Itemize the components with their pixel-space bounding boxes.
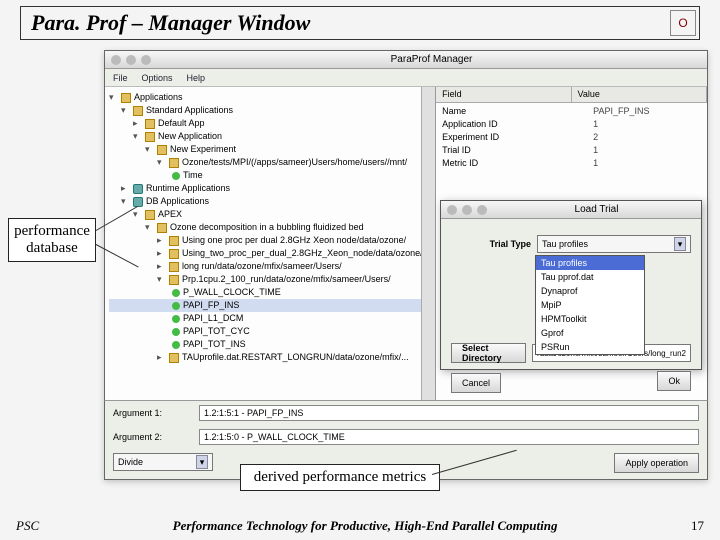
dialog-titlebar[interactable]: Load Trial bbox=[441, 201, 701, 219]
dropdown-option[interactable]: Dynaprof bbox=[536, 284, 644, 298]
dropdown-option[interactable]: HPMToolkit bbox=[536, 312, 644, 326]
folder-icon bbox=[145, 119, 155, 129]
tree-node-applications[interactable]: ▾Applications bbox=[109, 91, 431, 104]
minimize-icon[interactable] bbox=[462, 205, 472, 215]
zoom-icon[interactable] bbox=[477, 205, 487, 215]
metric-icon bbox=[172, 302, 180, 310]
slide-title: Para. Prof – Manager Window bbox=[20, 6, 700, 40]
dropdown-option[interactable]: Gprof bbox=[536, 326, 644, 340]
argument-2-label: Argument 2: bbox=[113, 432, 193, 442]
chevron-down-icon: ▾ bbox=[196, 455, 208, 469]
kv-row[interactable]: Application ID1 bbox=[436, 118, 707, 131]
metric-icon bbox=[172, 289, 180, 297]
tree-node[interactable]: ▸TAUprofile.dat.RESTART_LONGRUN/data/ozo… bbox=[109, 351, 431, 364]
folder-icon bbox=[169, 249, 179, 259]
apply-operation-button[interactable]: Apply operation bbox=[614, 453, 699, 473]
tree-leaf[interactable]: PAPI_FP_INS bbox=[109, 299, 431, 312]
close-icon[interactable] bbox=[111, 55, 121, 65]
minimize-icon[interactable] bbox=[126, 55, 136, 65]
annotation-performance-database: performance database bbox=[8, 218, 96, 262]
tree-node[interactable]: ▸Using one proc per dual 2.8GHz Xeon nod… bbox=[109, 234, 431, 247]
dropdown-option[interactable]: PSRun bbox=[536, 340, 644, 354]
trial-type-dropdown: Tau profiles Tau pprof.dat Dynaprof MpiP… bbox=[535, 255, 645, 355]
folder-icon bbox=[157, 145, 167, 155]
footer-page-number: 17 bbox=[691, 518, 704, 534]
kv-row[interactable]: Metric ID1 bbox=[436, 157, 707, 170]
chevron-down-icon: ▾ bbox=[674, 237, 686, 251]
argument-2-input[interactable]: 1.2:1:5:0 - P_WALL_CLOCK_TIME bbox=[199, 429, 699, 445]
tree-node[interactable]: ▸Runtime Applications bbox=[109, 182, 431, 195]
tree-leaf[interactable]: PAPI_TOT_INS bbox=[109, 338, 431, 351]
menu-help[interactable]: Help bbox=[187, 73, 206, 83]
zoom-icon[interactable] bbox=[141, 55, 151, 65]
menu-options[interactable]: Options bbox=[142, 73, 173, 83]
tree-node[interactable]: ▾Prp.1cpu.2_100_run/data/ozone/mfix/same… bbox=[109, 273, 431, 286]
metric-icon bbox=[172, 315, 180, 323]
metric-icon bbox=[172, 172, 180, 180]
tree-node[interactable]: ▾APEX bbox=[109, 208, 431, 221]
menubar: File Options Help bbox=[105, 69, 707, 87]
tree-node[interactable]: ▸Default App bbox=[109, 117, 431, 130]
footer-center: Performance Technology for Productive, H… bbox=[173, 518, 558, 534]
argument-1-input[interactable]: 1.2:1:5:1 - PAPI_FP_INS bbox=[199, 405, 699, 421]
tree-leaf[interactable]: Time bbox=[109, 169, 431, 182]
trial-type-combo[interactable]: Tau profiles ▾ bbox=[537, 235, 691, 253]
operation-combo[interactable]: Divide ▾ bbox=[113, 453, 213, 471]
db-icon bbox=[133, 184, 143, 194]
tree-node[interactable]: ▾Ozone/tests/MPI/(/apps/sameer)Users/hom… bbox=[109, 156, 431, 169]
col-field[interactable]: Field bbox=[436, 87, 571, 102]
kv-row[interactable]: Trial ID1 bbox=[436, 144, 707, 157]
folder-icon bbox=[145, 132, 155, 142]
folder-icon bbox=[169, 353, 179, 363]
argument-1-label: Argument 1: bbox=[113, 408, 193, 418]
cancel-button[interactable]: Cancel bbox=[451, 373, 501, 393]
annotation-derived-metrics: derived performance metrics bbox=[240, 464, 440, 491]
slide-title-text: Para. Prof – Manager Window bbox=[31, 10, 310, 36]
dropdown-option[interactable]: Tau pprof.dat bbox=[536, 270, 644, 284]
tree-leaf[interactable]: P_WALL_CLOCK_TIME bbox=[109, 286, 431, 299]
window-title-text: ParaProf Manager bbox=[391, 54, 473, 65]
close-icon[interactable] bbox=[447, 205, 457, 215]
folder-icon bbox=[157, 223, 167, 233]
folder-icon bbox=[121, 93, 131, 103]
tree-node[interactable]: ▾DB Applications bbox=[109, 195, 431, 208]
tree-leaf[interactable]: PAPI_TOT_CYC bbox=[109, 325, 431, 338]
folder-icon bbox=[145, 210, 155, 220]
dialog-title: Load Trial bbox=[575, 204, 619, 215]
tree-node[interactable]: ▸Using_two_proc_per_dual_2.8GHz_Xeon_nod… bbox=[109, 247, 431, 260]
trial-type-label: Trial Type bbox=[451, 239, 531, 249]
tree-node[interactable]: ▾New Application bbox=[109, 130, 431, 143]
uo-logo-icon: O bbox=[670, 10, 696, 36]
col-value[interactable]: Value bbox=[572, 87, 707, 102]
select-directory-button[interactable]: Select Directory bbox=[451, 343, 526, 363]
tree-node[interactable]: ▾New Experiment bbox=[109, 143, 431, 156]
folder-icon bbox=[169, 262, 179, 272]
kv-row[interactable]: NamePAPI_FP_INS bbox=[436, 105, 707, 118]
folder-icon bbox=[169, 236, 179, 246]
folder-icon bbox=[169, 275, 179, 285]
ok-button[interactable]: Ok bbox=[657, 371, 691, 391]
tree-node[interactable]: ▾Standard Applications bbox=[109, 104, 431, 117]
metric-icon bbox=[172, 328, 180, 336]
folder-icon bbox=[169, 158, 179, 168]
tree-node[interactable]: ▸long run/data/ozone/mfix/sameer/Users/ bbox=[109, 260, 431, 273]
dropdown-option[interactable]: MpiP bbox=[536, 298, 644, 312]
metric-icon bbox=[172, 341, 180, 349]
tree-leaf[interactable]: PAPI_L1_DCM bbox=[109, 312, 431, 325]
menu-file[interactable]: File bbox=[113, 73, 128, 83]
footer-left: PSC bbox=[16, 518, 39, 534]
db-icon bbox=[133, 197, 143, 207]
slide-footer: PSC Performance Technology for Productiv… bbox=[0, 518, 720, 534]
load-trial-dialog: Load Trial Trial Type Tau profiles ▾ Tau… bbox=[440, 200, 702, 370]
folder-icon bbox=[133, 106, 143, 116]
tree-node[interactable]: ▾Ozone decomposition in a bubbling fluid… bbox=[109, 221, 431, 234]
kv-row[interactable]: Experiment ID2 bbox=[436, 131, 707, 144]
dropdown-option[interactable]: Tau profiles bbox=[536, 256, 644, 270]
window-titlebar[interactable]: ParaProf Manager bbox=[105, 51, 707, 69]
